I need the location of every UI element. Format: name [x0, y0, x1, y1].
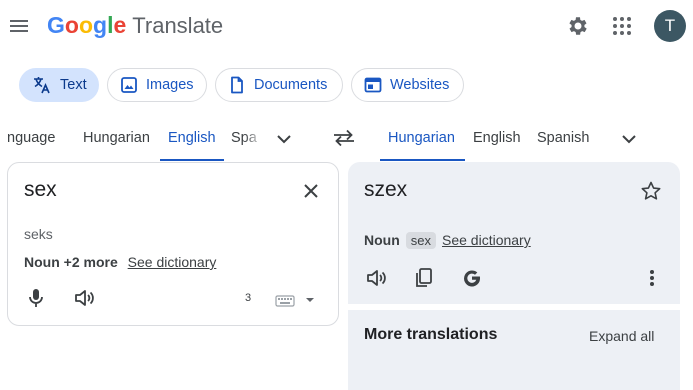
keyboard-icon[interactable]: [275, 295, 295, 307]
pos-label: Noun: [364, 232, 400, 248]
target-lang-hungarian-tab[interactable]: Hungarian: [388, 130, 455, 146]
mode-label: Text: [60, 77, 87, 93]
google-search-g-icon[interactable]: [461, 267, 483, 289]
target-listen-speaker-icon[interactable]: [365, 268, 387, 288]
tab-fade-overlay: [244, 128, 264, 150]
source-text-input[interactable]: sex: [24, 178, 57, 202]
logo-letter: e: [113, 12, 127, 38]
target-lang-chevron-down-icon[interactable]: [619, 129, 639, 149]
mode-text-button[interactable]: Text: [19, 68, 99, 102]
mode-websites-button[interactable]: Websites: [351, 68, 464, 102]
target-active-tab-indicator: [380, 159, 465, 161]
translate-icon: [32, 75, 52, 95]
source-transliteration: seks: [24, 226, 53, 242]
settings-gear-icon[interactable]: [566, 14, 590, 38]
target-lang-english-tab[interactable]: English: [473, 130, 521, 146]
mode-label: Websites: [390, 77, 450, 93]
source-listen-speaker-icon[interactable]: [73, 288, 95, 308]
input-tools-chevron-down-icon[interactable]: [305, 296, 315, 304]
google-apps-icon[interactable]: [610, 14, 634, 38]
logo-letter: o: [78, 12, 94, 38]
more-options-vertical-dots-icon[interactable]: [642, 268, 662, 288]
google-translate-logo[interactable]: Google Translate: [47, 12, 223, 39]
source-see-dictionary-link[interactable]: See dictionary: [128, 254, 217, 270]
source-lang-chevron-down-icon[interactable]: [274, 129, 294, 149]
translation-pos-line: Noun sex See dictionary: [364, 232, 531, 249]
lang-label: English: [473, 130, 521, 146]
account-avatar[interactable]: T: [654, 10, 686, 42]
more-translations-panel: [348, 310, 680, 390]
lang-label: Hungarian: [83, 130, 150, 146]
microphone-icon[interactable]: [26, 287, 46, 309]
swap-languages-icon[interactable]: [331, 127, 357, 149]
lang-label: English: [168, 130, 216, 146]
source-lang-hungarian-tab[interactable]: Hungarian: [83, 130, 150, 146]
copy-translation-icon[interactable]: [414, 267, 434, 289]
expand-all-button[interactable]: Expand all: [589, 328, 654, 344]
clear-text-close-icon[interactable]: [301, 181, 321, 201]
pos-summary-text: Noun +2 more: [24, 254, 118, 270]
image-icon: [120, 76, 138, 94]
source-lang-english-tab[interactable]: English: [168, 130, 216, 146]
mode-label: Documents: [254, 77, 328, 93]
source-pos-summary: Noun +2 more See dictionary: [24, 254, 216, 270]
target-lang-spanish-tab[interactable]: Spanish: [537, 130, 589, 146]
avatar-initial: T: [664, 16, 676, 35]
mode-label: Images: [146, 77, 194, 93]
save-translation-star-icon[interactable]: [640, 180, 662, 202]
source-lang-detect-tab[interactable]: nguage: [7, 130, 55, 146]
document-icon: [228, 76, 246, 94]
pos-chip[interactable]: sex: [405, 232, 436, 249]
product-name: Translate: [132, 13, 224, 38]
mode-documents-button[interactable]: Documents: [215, 68, 343, 102]
translated-text: szex: [364, 178, 408, 201]
target-see-dictionary-link[interactable]: See dictionary: [442, 232, 531, 248]
lang-label: Spanish: [537, 130, 590, 146]
logo-letter: G: [47, 12, 65, 38]
main-menu-icon[interactable]: [8, 15, 30, 37]
website-icon: [364, 76, 382, 94]
character-count: 3: [245, 292, 252, 304]
lang-label: Hungarian: [388, 130, 455, 146]
mode-images-button[interactable]: Images: [107, 68, 207, 102]
more-translations-title: More translations: [364, 326, 498, 343]
lang-label: nguage: [7, 130, 56, 146]
logo-letter: g: [93, 12, 108, 38]
source-active-tab-indicator: [160, 159, 224, 161]
logo-letter: o: [64, 12, 79, 38]
